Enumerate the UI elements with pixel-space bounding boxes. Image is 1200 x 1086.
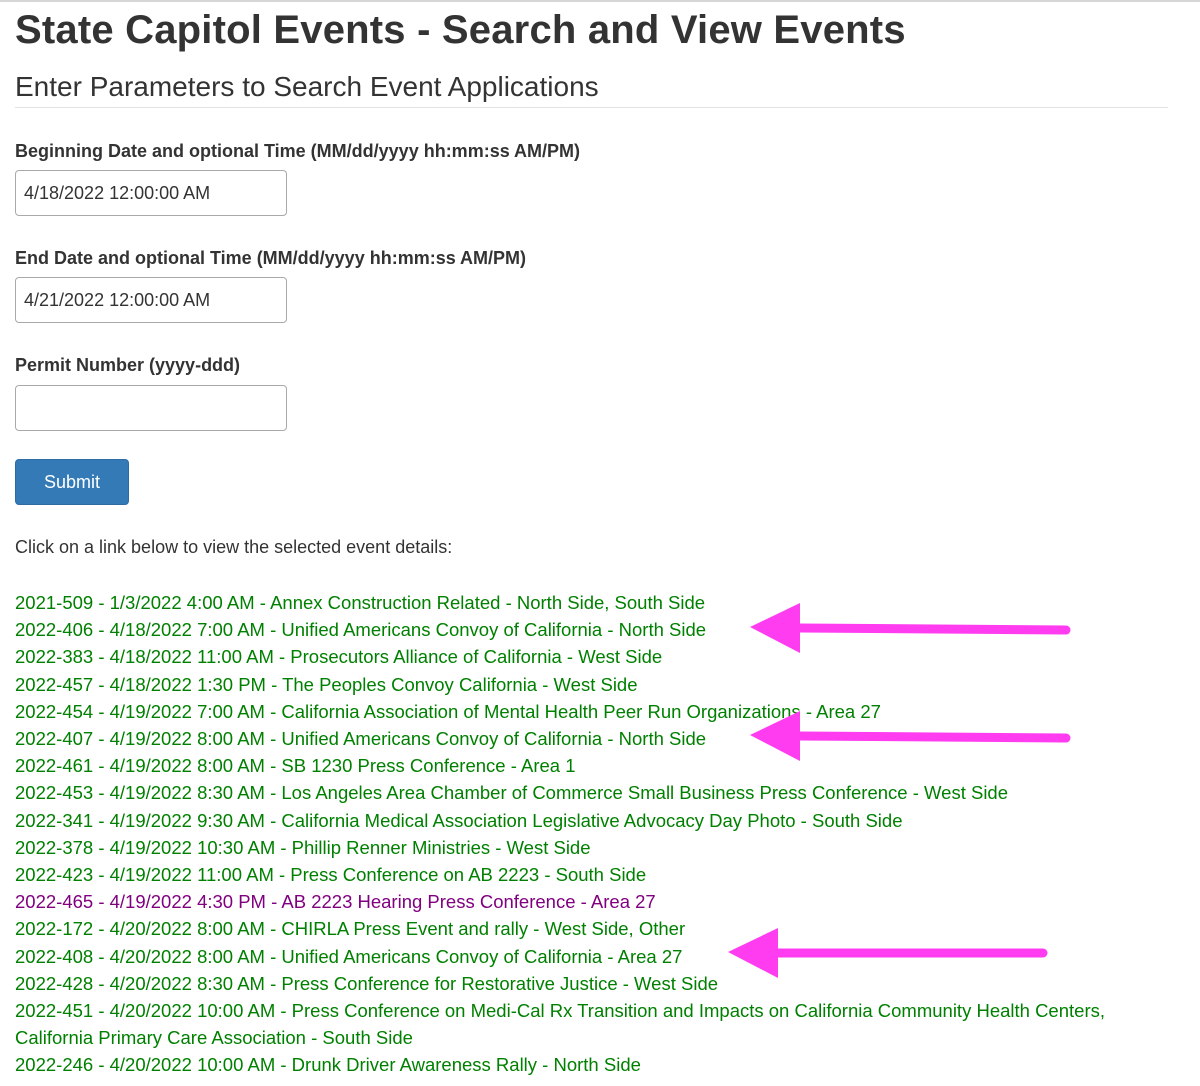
results-instructions: Click on a link below to view the select… (15, 537, 453, 557)
event-link[interactable]: 2022-461 - 4/19/2022 8:00 AM - SB 1230 P… (15, 755, 576, 776)
event-link[interactable]: 2022-453 - 4/19/2022 8:30 AM - Los Angel… (15, 782, 1008, 803)
list-item: 2022-423 - 4/19/2022 11:00 AM - Press Co… (15, 861, 1175, 888)
permit-number-label: Permit Number (yyyy-ddd) (15, 355, 241, 375)
subtitle-divider (15, 107, 1168, 108)
event-link[interactable]: 2022-423 - 4/19/2022 11:00 AM - Press Co… (15, 864, 646, 885)
list-item: 2022-246 - 4/20/2022 10:00 AM - Drunk Dr… (15, 1051, 1175, 1078)
page-subtitle: Enter Parameters to Search Event Applica… (15, 71, 599, 102)
list-item: 2022-406 - 4/18/2022 7:00 AM - Unified A… (15, 616, 1175, 643)
begin-date-input[interactable] (15, 170, 287, 216)
event-link[interactable]: 2022-451 - 4/20/2022 10:00 AM - Press Co… (15, 1000, 1105, 1048)
event-link[interactable]: 2022-172 - 4/20/2022 8:00 AM - CHIRLA Pr… (15, 918, 685, 939)
end-date-input[interactable] (15, 277, 287, 323)
event-link[interactable]: 2022-428 - 4/20/2022 8:30 AM - Press Con… (15, 973, 718, 994)
event-link[interactable]: 2022-378 - 4/19/2022 10:30 AM - Phillip … (15, 837, 591, 858)
event-link[interactable]: 2022-341 - 4/19/2022 9:30 AM - Californi… (15, 810, 903, 831)
list-item: 2022-457 - 4/18/2022 1:30 PM - The Peopl… (15, 671, 1175, 698)
event-link[interactable]: 2022-383 - 4/18/2022 11:00 AM - Prosecut… (15, 646, 662, 667)
list-item: 2022-378 - 4/19/2022 10:30 AM - Phillip … (15, 834, 1175, 861)
begin-date-label: Beginning Date and optional Time (MM/dd/… (15, 141, 581, 161)
event-link[interactable]: 2022-457 - 4/18/2022 1:30 PM - The Peopl… (15, 674, 638, 695)
event-link[interactable]: 2022-408 - 4/20/2022 8:00 AM - Unified A… (15, 946, 682, 967)
list-item: 2022-172 - 4/20/2022 8:00 AM - CHIRLA Pr… (15, 915, 1175, 942)
event-link[interactable]: 2022-465 - 4/19/2022 4:30 PM - AB 2223 H… (15, 891, 656, 912)
event-link[interactable]: 2022-246 - 4/20/2022 10:00 AM - Drunk Dr… (15, 1054, 641, 1075)
permit-number-input[interactable] (15, 385, 287, 431)
list-item: 2022-383 - 4/18/2022 11:00 AM - Prosecut… (15, 643, 1175, 670)
list-item: 2022-453 - 4/19/2022 8:30 AM - Los Angel… (15, 779, 1175, 806)
list-item: 2022-428 - 4/20/2022 8:30 AM - Press Con… (15, 970, 1175, 997)
end-date-label: End Date and optional Time (MM/dd/yyyy h… (15, 248, 527, 268)
list-item: 2022-451 - 4/20/2022 10:00 AM - Press Co… (15, 997, 1165, 1051)
list-item: 2022-465 - 4/19/2022 4:30 PM - AB 2223 H… (15, 888, 1175, 915)
list-item: 2021-509 - 1/3/2022 4:00 AM - Annex Cons… (15, 589, 1175, 616)
list-item: 2022-407 - 4/19/2022 8:00 AM - Unified A… (15, 725, 1175, 752)
list-item: 2022-408 - 4/20/2022 8:00 AM - Unified A… (15, 943, 1175, 970)
list-item: 2022-454 - 4/19/2022 7:00 AM - Californi… (15, 698, 1175, 725)
top-border (0, 0, 1200, 2)
event-link[interactable]: 2022-454 - 4/19/2022 7:00 AM - Californi… (15, 701, 881, 722)
event-link[interactable]: 2022-406 - 4/18/2022 7:00 AM - Unified A… (15, 619, 706, 640)
event-link[interactable]: 2022-407 - 4/19/2022 8:00 AM - Unified A… (15, 728, 706, 749)
list-item: 2022-341 - 4/19/2022 9:30 AM - Californi… (15, 807, 1175, 834)
event-list: 2021-509 - 1/3/2022 4:00 AM - Annex Cons… (15, 589, 1175, 1079)
submit-button[interactable]: Submit (15, 459, 129, 505)
event-link[interactable]: 2021-509 - 1/3/2022 4:00 AM - Annex Cons… (15, 592, 705, 613)
list-item: 2022-461 - 4/19/2022 8:00 AM - SB 1230 P… (15, 752, 1175, 779)
page-title: State Capitol Events - Search and View E… (15, 8, 906, 52)
